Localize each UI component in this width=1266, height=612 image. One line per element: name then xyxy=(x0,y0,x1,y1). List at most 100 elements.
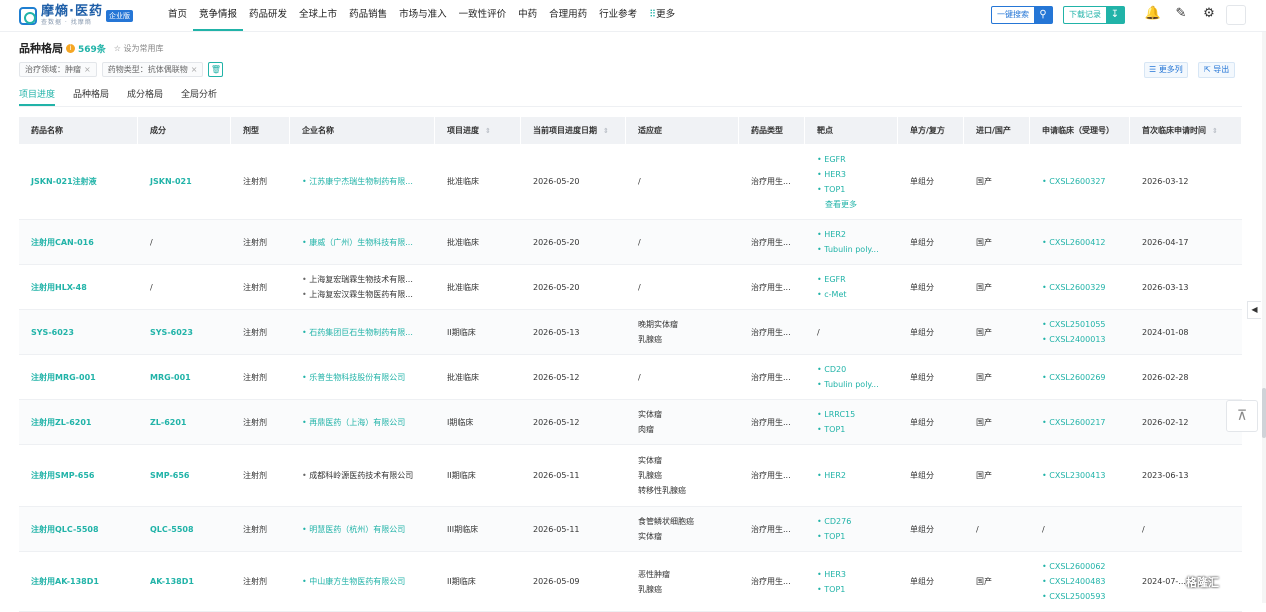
close-icon[interactable]: × xyxy=(84,65,91,74)
target-link[interactable]: HER3 xyxy=(817,167,898,182)
filter-chip[interactable]: 治疗领域：肿瘤 × xyxy=(19,62,97,77)
avatar[interactable] xyxy=(1226,5,1246,25)
view-more-link[interactable]: 查看更多 xyxy=(817,197,898,212)
nav-item-10[interactable]: ⠿更多 xyxy=(643,0,681,31)
component-link[interactable]: ZL-6201 xyxy=(150,415,231,430)
acceptance-link[interactable]: CXSL2400483 xyxy=(1042,574,1130,589)
target-link[interactable]: CD276 xyxy=(817,514,898,529)
column-header[interactable]: 项目进度 ⇕ xyxy=(435,117,521,144)
company-link[interactable]: 康威（广州）生物科技有限... xyxy=(302,235,435,250)
indication: 实体瘤 xyxy=(638,456,662,465)
acceptance-link[interactable]: CXSL2600217 xyxy=(1042,415,1130,430)
drug-name-link[interactable]: 注射用ZL-6201 xyxy=(31,415,138,430)
target-link[interactable]: EGFR xyxy=(817,272,898,287)
target-link[interactable]: HER2 xyxy=(817,227,898,242)
column-header[interactable]: 首次临床申请时间 ⇕ xyxy=(1130,117,1242,144)
component-link[interactable]: AK-138D1 xyxy=(150,574,231,589)
scrollbar-thumb[interactable] xyxy=(1262,388,1266,438)
acceptance-link[interactable]: CXSL2600327 xyxy=(1042,174,1130,189)
back-to-top-button[interactable]: ⊼ xyxy=(1226,400,1258,432)
target-link[interactable]: TOP1 xyxy=(817,422,898,437)
nav-item-1[interactable]: 竞争情报 xyxy=(193,0,244,31)
dosage-form: 注射剂 xyxy=(243,524,267,534)
drug-name-link[interactable]: 注射用MRG-001 xyxy=(31,370,138,385)
target-link[interactable]: TOP1 xyxy=(817,582,898,597)
message-icon[interactable]: ✎ xyxy=(1172,5,1190,23)
column-header[interactable]: 当前项目进度日期 ⇕ xyxy=(521,117,626,144)
scrollbar-track[interactable] xyxy=(1262,32,1266,603)
nav-item-3[interactable]: 全球上市 xyxy=(293,0,343,31)
nav-item-4[interactable]: 药品销售 xyxy=(343,0,393,31)
target-link[interactable]: TOP1 xyxy=(817,182,898,197)
target-link[interactable]: CD20 xyxy=(817,362,898,377)
acceptance-link[interactable]: CXSL2600329 xyxy=(1042,280,1130,295)
drug-name-link[interactable]: SYS-6023 xyxy=(31,325,138,340)
export-button[interactable]: ⇱ 导出 xyxy=(1198,62,1236,78)
collapse-panel-button[interactable]: ◀ xyxy=(1247,301,1261,319)
component-link[interactable]: SMP-656 xyxy=(150,468,231,483)
close-icon[interactable]: × xyxy=(191,65,198,74)
drug-name-link[interactable]: JSKN-021注射液 xyxy=(31,174,138,189)
nav-item-7[interactable]: 中药 xyxy=(512,0,543,31)
tab-1[interactable]: 品种格局 xyxy=(73,87,109,106)
set-favorite-link[interactable]: ☆ 设为常用库 xyxy=(114,43,164,54)
component-link[interactable]: JSKN-021 xyxy=(150,174,231,189)
more-columns-button[interactable]: ☰ 更多列 xyxy=(1144,62,1188,78)
acceptance-link[interactable]: CXSL2600412 xyxy=(1042,235,1130,250)
company-link[interactable]: 明慧医药（杭州）有限公司 xyxy=(302,522,435,537)
company-link[interactable]: 江苏康宁杰瑞生物制药有限... xyxy=(302,174,435,189)
drug-name-link[interactable]: 注射用SMP-656 xyxy=(31,468,138,483)
target-link[interactable]: Tubulin poly... xyxy=(817,242,898,257)
filter-chip[interactable]: 药物类型：抗体偶联物 × xyxy=(101,62,204,77)
target-cell: / xyxy=(805,310,898,354)
target-link[interactable]: HER3 xyxy=(817,567,898,582)
sort-icon[interactable]: ⇕ xyxy=(603,127,609,135)
acceptance-link[interactable]: CXSL2400013 xyxy=(1042,332,1130,347)
company-link[interactable]: 上海复宏汉霖生物医药有限... xyxy=(302,287,435,302)
target-link[interactable]: LRRC15 xyxy=(817,407,898,422)
brand-logo[interactable]: 摩熵·医药 查数据 · 找摩熵 企业版 xyxy=(19,3,133,29)
tab-0[interactable]: 项目进度 xyxy=(19,87,56,106)
target-link[interactable]: TOP1 xyxy=(817,529,898,544)
info-icon[interactable]: i xyxy=(66,43,75,53)
dosage-form: 注射剂 xyxy=(243,372,267,382)
company-link[interactable]: 上海复宏瑞霖生物技术有限... xyxy=(302,272,435,287)
tab-2[interactable]: 成分格局 xyxy=(127,87,163,106)
company-link[interactable]: 中山康方生物医药有限公司 xyxy=(302,574,435,589)
bell-icon[interactable]: 🔔 xyxy=(1144,5,1162,23)
nav-item-8[interactable]: 合理用药 xyxy=(543,0,593,31)
company-link[interactable]: 石药集团巨石生物制药有限... xyxy=(302,325,435,340)
tab-3[interactable]: 全局分析 xyxy=(181,87,217,106)
target-link[interactable]: EGFR xyxy=(817,152,898,167)
nav-item-0[interactable]: 首页 xyxy=(162,0,193,31)
drug-name-link[interactable]: 注射用AK-138D1 xyxy=(31,574,138,589)
target-link[interactable]: c-Met xyxy=(817,287,898,302)
clear-filters-icon[interactable]: 🗑 xyxy=(208,62,224,77)
component-link[interactable]: QLC-5508 xyxy=(150,522,231,537)
drug-name-link[interactable]: 注射用CAN-016 xyxy=(31,235,138,250)
download-records-button[interactable]: 下载记录 ↧ xyxy=(1063,6,1125,24)
company-link[interactable]: 成都科岭源医药技术有限公司 xyxy=(302,468,435,483)
acceptance-link[interactable]: CXSL2600062 xyxy=(1042,559,1130,574)
drug-name-link[interactable]: 注射用QLC-5508 xyxy=(31,522,138,537)
component-link[interactable]: MRG-001 xyxy=(150,370,231,385)
sort-icon[interactable]: ⇕ xyxy=(485,127,491,135)
company-link[interactable]: 乐普生物科技股份有限公司 xyxy=(302,370,435,385)
nav-item-5[interactable]: 市场与准入 xyxy=(393,0,453,31)
nav-item-2[interactable]: 药品研发 xyxy=(243,0,293,31)
acceptance-link[interactable]: CXSL2500593 xyxy=(1042,589,1130,604)
company-link[interactable]: 再鼎医药（上海）有限公司 xyxy=(302,415,435,430)
component-link[interactable]: SYS-6023 xyxy=(150,325,231,340)
target-link[interactable]: Tubulin poly... xyxy=(817,377,898,392)
sort-icon[interactable]: ⇕ xyxy=(1212,127,1218,135)
settings-icon[interactable]: ⚙ xyxy=(1200,5,1218,23)
nav-item-9[interactable]: 行业参考 xyxy=(593,0,643,31)
drug-name-link[interactable]: 注射用HLX-48 xyxy=(31,280,138,295)
target-link[interactable]: HER2 xyxy=(817,468,898,483)
one-click-search-button[interactable]: 一键搜索 ⚲ xyxy=(991,6,1053,24)
acceptance-link[interactable]: CXSL2501055 xyxy=(1042,317,1130,332)
acceptance-link[interactable]: CXSL2600269 xyxy=(1042,370,1130,385)
component-cell: MRG-001 xyxy=(138,355,231,399)
nav-item-6[interactable]: 一致性评价 xyxy=(453,0,513,31)
acceptance-link[interactable]: CXSL2300413 xyxy=(1042,468,1130,483)
